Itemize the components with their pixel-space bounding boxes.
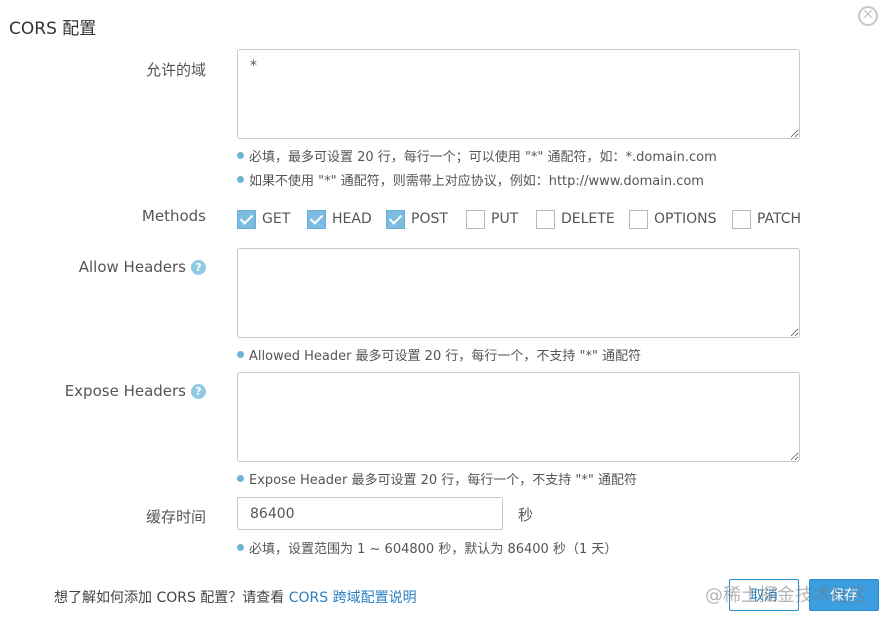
method-options[interactable]: OPTIONS — [629, 208, 717, 230]
hint-bullet-icon — [237, 351, 244, 358]
cache-unit: 秒 — [518, 506, 534, 524]
dialog-title: CORS 配置 — [9, 19, 97, 39]
origins-textarea[interactable]: * — [237, 49, 800, 139]
method-delete[interactable]: DELETE — [536, 208, 615, 230]
methods-label: Methods — [141, 207, 206, 225]
help-icon[interactable]: ? — [191, 260, 206, 275]
method-head[interactable]: HEAD — [307, 208, 372, 230]
origins-label: 允许的域 — [145, 61, 206, 79]
hint-bullet-icon — [237, 544, 244, 551]
checkbox-unchecked-icon[interactable] — [536, 209, 555, 229]
allow-headers-textarea[interactable] — [237, 248, 800, 338]
close-icon[interactable]: ✕ — [858, 6, 878, 26]
checkbox-unchecked-icon[interactable] — [466, 209, 485, 229]
footer-help-text: 想了解如何添加 CORS 配置？请查看 CORS 跨域配置说明 — [54, 590, 417, 606]
method-patch[interactable]: PATCH — [732, 208, 801, 230]
method-post[interactable]: POST — [386, 208, 448, 230]
hint-bullet-icon — [237, 152, 244, 159]
hint-bullet-icon — [237, 176, 244, 183]
hint-bullet-icon — [237, 475, 244, 482]
checkbox-unchecked-icon[interactable] — [629, 209, 648, 229]
expose-headers-textarea[interactable] — [237, 372, 800, 462]
allow-headers-label: Allow Headers? — [6, 258, 206, 276]
checkbox-checked-icon[interactable] — [307, 209, 326, 229]
allow-headers-hint: Allowed Header 最多可设置 20 行，每行一个，不支持 "*" 通… — [237, 345, 641, 364]
save-button[interactable]: 保存 — [809, 579, 879, 611]
cors-doc-link[interactable]: CORS 跨域配置说明 — [289, 590, 417, 606]
origins-hint-1: 必填，最多可设置 20 行，每行一个；可以使用 "*" 通配符，如：*.doma… — [237, 146, 717, 165]
method-put[interactable]: PUT — [466, 208, 518, 230]
checkbox-checked-icon[interactable] — [386, 209, 405, 229]
expose-headers-label: Expose Headers? — [6, 382, 206, 400]
cache-label: 缓存时间 — [145, 508, 206, 526]
cancel-button[interactable]: 取消 — [729, 579, 799, 611]
checkbox-unchecked-icon[interactable] — [732, 209, 751, 229]
expose-headers-hint: Expose Header 最多可设置 20 行，每行一个，不支持 "*" 通配… — [237, 469, 637, 488]
cache-input[interactable] — [237, 497, 503, 530]
help-icon[interactable]: ? — [191, 384, 206, 399]
origins-hint-2: 如果不使用 "*" 通配符，则需带上对应协议，例如：http://www.dom… — [237, 170, 704, 189]
checkbox-checked-icon[interactable] — [237, 209, 256, 229]
cache-hint: 必填，设置范围为 1 ~ 604800 秒，默认为 86400 秒（1 天） — [237, 538, 617, 557]
method-get[interactable]: GET — [237, 208, 290, 230]
